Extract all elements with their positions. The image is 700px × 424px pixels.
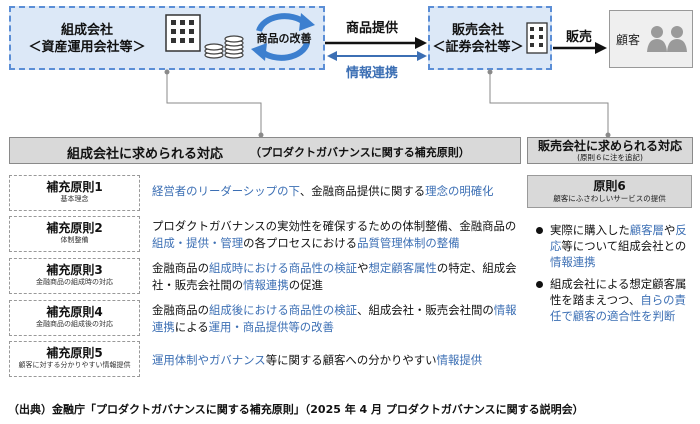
description-text: や [357, 261, 369, 275]
description-text: 、金融商品提供に関する [299, 184, 426, 198]
principle-description-1: 経営者のリーダーシップの下、金融商品提供に関する理念の明確化 [152, 183, 522, 200]
description-text: 金融商品の [152, 303, 209, 317]
principle-label-4: 補充原則4 金融商品の組成後の対応 [9, 300, 140, 336]
highlighted-text: 顧客層 [629, 223, 664, 237]
issuer-response-title: 組成会社に求められる対応 [67, 147, 224, 162]
principle-label-5: 補充原則5 顧客に対する分かりやすい情報提供 [9, 341, 140, 377]
principle-subtitle: 顧客に対する分かりやすい情報提供 [18, 361, 131, 369]
description-text: や [663, 223, 676, 237]
highlighted-text: 品質管理体制の整備 [357, 236, 460, 250]
principle-description-2: プロダクトガバナンスの実効性を確保するための体制整備、金融商品の組成・提供・管理… [152, 218, 522, 252]
principle-subtitle: 体制整備 [60, 236, 89, 244]
distributor-response-header: 販売会社に求められる対応 (原則６に注を追記) [527, 137, 693, 164]
highlighted-text: 理念の明確化 [425, 184, 494, 198]
highlighted-text: 組成後における商品性の検証 [208, 303, 358, 317]
description-text: 実際に購入した [550, 223, 630, 237]
principle-title: 補充原則2 [46, 221, 103, 235]
source-footnote: （出典）金融庁「プロダクトガバナンスに関する補充原則」（2025 年 4 月 プ… [8, 403, 584, 416]
description-text: の促進 [288, 278, 323, 292]
description-text: プロダクトガバナンスの実効性を確保するための体制整備、金融商品の [152, 219, 517, 233]
principle-description-4: 金融商品の組成後における商品性の検証、組成会社・販売会社間の情報連携による運用・… [152, 302, 522, 336]
bullet-dot-icon [536, 281, 543, 288]
description-text: 金融商品の [152, 261, 209, 275]
principle-title: 補充原則3 [46, 263, 103, 277]
highlighted-text: 情報連携 [243, 278, 289, 292]
highlighted-text: 運用・商品提供等の改善 [208, 320, 334, 334]
highlighted-text: 想定顧客属性 [368, 261, 437, 275]
principle-description-3: 金融商品の組成時における商品性の検証や想定顧客属性の特定、組成会社・販売会社間の… [152, 260, 522, 294]
principle-subtitle: 金融商品の組成後の対応 [36, 320, 113, 328]
distributor-response-title: 販売会社に求められる対応 [537, 139, 682, 153]
principle-subtitle: 金融商品の組成時の対応 [36, 278, 113, 286]
distributor-bullet-2: 組成会社による想定顧客属性を踏まえつつ、自らの責任で顧客の適合性を判断 [536, 276, 696, 324]
description-text: 、組成会社・販売会社間の [357, 303, 494, 317]
principle-title: 補充原則5 [46, 346, 103, 360]
issuer-response-header: 組成会社に求められる対応 （プロダクトガバナンスに関する補充原則） [9, 137, 521, 164]
highlighted-text: 情報提供 [436, 353, 483, 367]
highlighted-text: 運用体制やガバナンス [152, 353, 266, 367]
principle-label-1: 補充原則1 基本理念 [9, 175, 140, 211]
distributor-response-subtitle: (原則６に注を追記) [577, 153, 643, 162]
highlighted-text: 経営者のリーダーシップの下 [152, 184, 300, 198]
distributor-bullet-1: 実際に購入した顧客層や反応等について組成会社との情報連携 [536, 222, 696, 270]
description-text: 等に関する顧客への分かりやすい [265, 353, 437, 367]
principle-title: 補充原則4 [46, 305, 103, 319]
principle-label-3: 補充原則3 金融商品の組成時の対応 [9, 258, 140, 294]
bullet-dot-icon [536, 227, 543, 234]
description-text: による [174, 320, 209, 334]
highlighted-text: 組成・提供・管理 [152, 236, 244, 250]
principle-label-2: 補充原則2 体制整備 [9, 216, 140, 252]
principle-description-5: 運用体制やガバナンス等に関する顧客への分かりやすい情報提供 [152, 352, 522, 369]
principle6-title: 原則6 [593, 179, 626, 193]
highlighted-text: 組成時における商品性の検証 [208, 261, 358, 275]
description-text: の各プロセスにおける [243, 236, 358, 250]
principle6-label: 原則6 顧客にふさわしいサービスの提供 [527, 175, 692, 208]
principle-title: 補充原則1 [46, 180, 103, 194]
connector-lines [164, 69, 611, 138]
issuer-response-subtitle: （プロダクトガバナンスに関する補充原則） [250, 146, 470, 159]
description-text: 等について組成会社との [561, 239, 687, 253]
principle6-subtitle: 顧客にふさわしいサービスの提供 [553, 194, 666, 203]
highlighted-text: 情報連携 [550, 255, 596, 269]
principle-subtitle: 基本理念 [60, 195, 89, 203]
